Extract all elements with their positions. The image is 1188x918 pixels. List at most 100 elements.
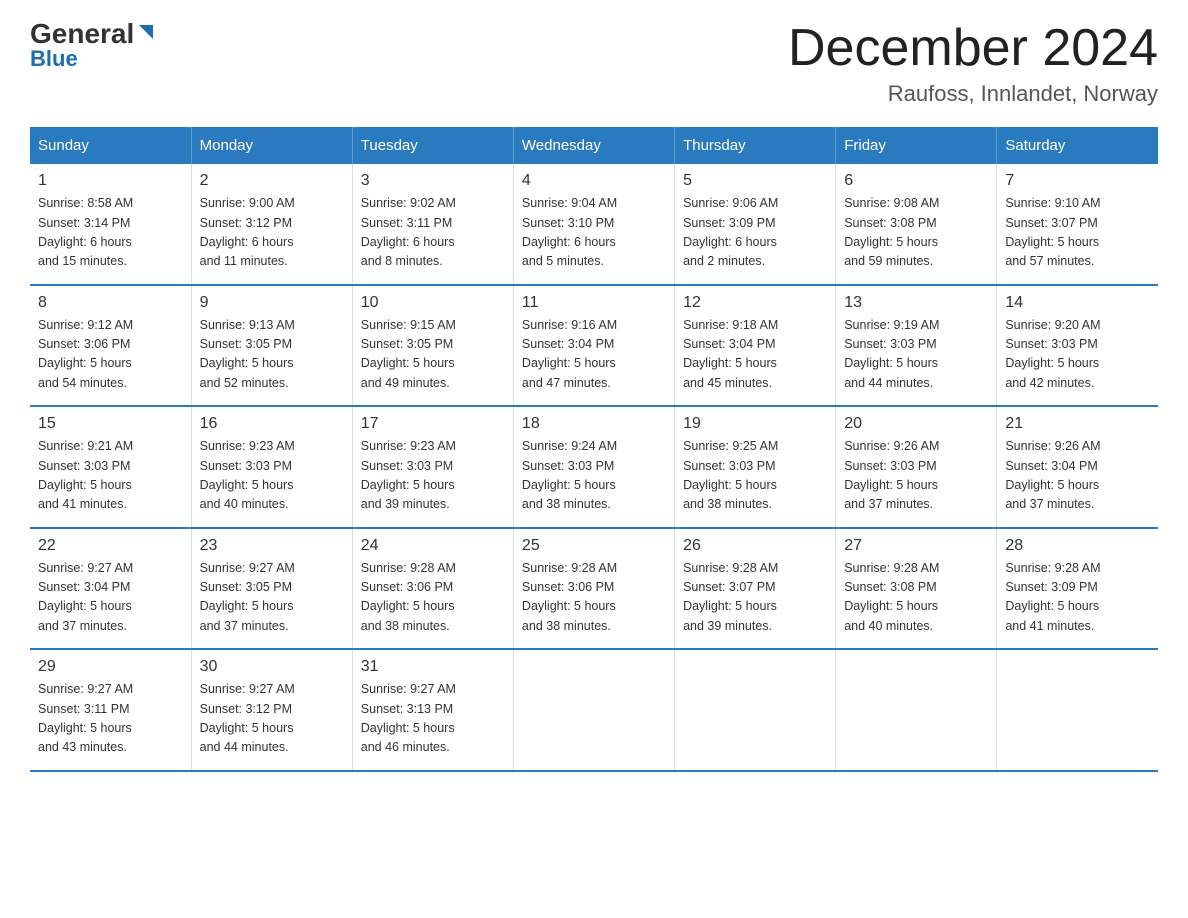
day-info: Sunrise: 9:20 AM Sunset: 3:03 PM Dayligh…: [1005, 316, 1150, 394]
day-info: Sunrise: 9:27 AM Sunset: 3:04 PM Dayligh…: [38, 559, 183, 637]
table-row: 15 Sunrise: 9:21 AM Sunset: 3:03 PM Dayl…: [30, 406, 191, 528]
day-number: 21: [1005, 415, 1150, 433]
header-saturday: Saturday: [997, 127, 1158, 164]
table-row: 22 Sunrise: 9:27 AM Sunset: 3:04 PM Dayl…: [30, 528, 191, 650]
table-row: 11 Sunrise: 9:16 AM Sunset: 3:04 PM Dayl…: [513, 285, 674, 407]
table-row: 6 Sunrise: 9:08 AM Sunset: 3:08 PM Dayli…: [836, 164, 997, 285]
table-row: [997, 649, 1158, 771]
table-row: 20 Sunrise: 9:26 AM Sunset: 3:03 PM Dayl…: [836, 406, 997, 528]
day-number: 8: [38, 294, 183, 312]
calendar-week-row: 22 Sunrise: 9:27 AM Sunset: 3:04 PM Dayl…: [30, 528, 1158, 650]
table-row: 17 Sunrise: 9:23 AM Sunset: 3:03 PM Dayl…: [352, 406, 513, 528]
day-info: Sunrise: 9:28 AM Sunset: 3:06 PM Dayligh…: [361, 559, 505, 637]
day-number: 2: [200, 172, 344, 190]
table-row: 13 Sunrise: 9:19 AM Sunset: 3:03 PM Dayl…: [836, 285, 997, 407]
table-row: 30 Sunrise: 9:27 AM Sunset: 3:12 PM Dayl…: [191, 649, 352, 771]
day-info: Sunrise: 9:27 AM Sunset: 3:11 PM Dayligh…: [38, 680, 183, 758]
logo-blue: Blue: [30, 46, 78, 72]
day-number: 19: [683, 415, 827, 433]
day-number: 16: [200, 415, 344, 433]
day-number: 30: [200, 658, 344, 676]
day-info: Sunrise: 9:04 AM Sunset: 3:10 PM Dayligh…: [522, 194, 666, 272]
day-info: Sunrise: 9:28 AM Sunset: 3:06 PM Dayligh…: [522, 559, 666, 637]
day-number: 7: [1005, 172, 1150, 190]
day-number: 1: [38, 172, 183, 190]
table-row: 14 Sunrise: 9:20 AM Sunset: 3:03 PM Dayl…: [997, 285, 1158, 407]
day-info: Sunrise: 9:06 AM Sunset: 3:09 PM Dayligh…: [683, 194, 827, 272]
header-sunday: Sunday: [30, 127, 191, 164]
day-number: 26: [683, 537, 827, 555]
table-row: [675, 649, 836, 771]
table-row: 29 Sunrise: 9:27 AM Sunset: 3:11 PM Dayl…: [30, 649, 191, 771]
table-row: 9 Sunrise: 9:13 AM Sunset: 3:05 PM Dayli…: [191, 285, 352, 407]
table-row: 7 Sunrise: 9:10 AM Sunset: 3:07 PM Dayli…: [997, 164, 1158, 285]
table-row: [836, 649, 997, 771]
day-number: 14: [1005, 294, 1150, 312]
day-info: Sunrise: 9:24 AM Sunset: 3:03 PM Dayligh…: [522, 437, 666, 515]
day-number: 10: [361, 294, 505, 312]
day-info: Sunrise: 9:28 AM Sunset: 3:09 PM Dayligh…: [1005, 559, 1150, 637]
table-row: 5 Sunrise: 9:06 AM Sunset: 3:09 PM Dayli…: [675, 164, 836, 285]
day-number: 27: [844, 537, 988, 555]
table-row: 18 Sunrise: 9:24 AM Sunset: 3:03 PM Dayl…: [513, 406, 674, 528]
table-row: 3 Sunrise: 9:02 AM Sunset: 3:11 PM Dayli…: [352, 164, 513, 285]
calendar-week-row: 15 Sunrise: 9:21 AM Sunset: 3:03 PM Dayl…: [30, 406, 1158, 528]
day-info: Sunrise: 9:21 AM Sunset: 3:03 PM Dayligh…: [38, 437, 183, 515]
table-row: 26 Sunrise: 9:28 AM Sunset: 3:07 PM Dayl…: [675, 528, 836, 650]
day-info: Sunrise: 9:19 AM Sunset: 3:03 PM Dayligh…: [844, 316, 988, 394]
day-info: Sunrise: 9:08 AM Sunset: 3:08 PM Dayligh…: [844, 194, 988, 272]
day-number: 31: [361, 658, 505, 676]
table-row: 2 Sunrise: 9:00 AM Sunset: 3:12 PM Dayli…: [191, 164, 352, 285]
day-number: 6: [844, 172, 988, 190]
day-info: Sunrise: 9:27 AM Sunset: 3:12 PM Dayligh…: [200, 680, 344, 758]
table-row: 4 Sunrise: 9:04 AM Sunset: 3:10 PM Dayli…: [513, 164, 674, 285]
day-info: Sunrise: 9:26 AM Sunset: 3:04 PM Dayligh…: [1005, 437, 1150, 515]
logo: General Blue: [30, 20, 157, 72]
day-info: Sunrise: 9:27 AM Sunset: 3:13 PM Dayligh…: [361, 680, 505, 758]
day-info: Sunrise: 9:00 AM Sunset: 3:12 PM Dayligh…: [200, 194, 344, 272]
day-info: Sunrise: 9:16 AM Sunset: 3:04 PM Dayligh…: [522, 316, 666, 394]
page-header: General Blue December 2024 Raufoss, Innl…: [30, 20, 1158, 107]
month-title: December 2024: [788, 20, 1158, 77]
day-info: Sunrise: 9:18 AM Sunset: 3:04 PM Dayligh…: [683, 316, 827, 394]
day-info: Sunrise: 9:15 AM Sunset: 3:05 PM Dayligh…: [361, 316, 505, 394]
location-title: Raufoss, Innlandet, Norway: [788, 81, 1158, 107]
day-info: Sunrise: 9:12 AM Sunset: 3:06 PM Dayligh…: [38, 316, 183, 394]
header-friday: Friday: [836, 127, 997, 164]
logo-triangle-icon: [135, 21, 157, 43]
day-info: Sunrise: 9:23 AM Sunset: 3:03 PM Dayligh…: [200, 437, 344, 515]
table-row: 19 Sunrise: 9:25 AM Sunset: 3:03 PM Dayl…: [675, 406, 836, 528]
day-number: 22: [38, 537, 183, 555]
day-number: 11: [522, 294, 666, 312]
day-info: Sunrise: 9:28 AM Sunset: 3:08 PM Dayligh…: [844, 559, 988, 637]
logo-general: General: [30, 20, 134, 48]
table-row: 31 Sunrise: 9:27 AM Sunset: 3:13 PM Dayl…: [352, 649, 513, 771]
day-info: Sunrise: 9:25 AM Sunset: 3:03 PM Dayligh…: [683, 437, 827, 515]
title-area: December 2024 Raufoss, Innlandet, Norway: [788, 20, 1158, 107]
header-wednesday: Wednesday: [513, 127, 674, 164]
calendar-header-row: Sunday Monday Tuesday Wednesday Thursday…: [30, 127, 1158, 164]
calendar-week-row: 29 Sunrise: 9:27 AM Sunset: 3:11 PM Dayl…: [30, 649, 1158, 771]
table-row: 8 Sunrise: 9:12 AM Sunset: 3:06 PM Dayli…: [30, 285, 191, 407]
day-number: 17: [361, 415, 505, 433]
table-row: 28 Sunrise: 9:28 AM Sunset: 3:09 PM Dayl…: [997, 528, 1158, 650]
day-info: Sunrise: 9:13 AM Sunset: 3:05 PM Dayligh…: [200, 316, 344, 394]
day-number: 28: [1005, 537, 1150, 555]
header-monday: Monday: [191, 127, 352, 164]
day-info: Sunrise: 9:23 AM Sunset: 3:03 PM Dayligh…: [361, 437, 505, 515]
day-info: Sunrise: 8:58 AM Sunset: 3:14 PM Dayligh…: [38, 194, 183, 272]
table-row: 24 Sunrise: 9:28 AM Sunset: 3:06 PM Dayl…: [352, 528, 513, 650]
day-info: Sunrise: 9:28 AM Sunset: 3:07 PM Dayligh…: [683, 559, 827, 637]
day-number: 9: [200, 294, 344, 312]
day-number: 4: [522, 172, 666, 190]
calendar-week-row: 8 Sunrise: 9:12 AM Sunset: 3:06 PM Dayli…: [30, 285, 1158, 407]
table-row: 10 Sunrise: 9:15 AM Sunset: 3:05 PM Dayl…: [352, 285, 513, 407]
day-number: 18: [522, 415, 666, 433]
day-number: 5: [683, 172, 827, 190]
day-number: 12: [683, 294, 827, 312]
day-info: Sunrise: 9:10 AM Sunset: 3:07 PM Dayligh…: [1005, 194, 1150, 272]
header-thursday: Thursday: [675, 127, 836, 164]
day-number: 24: [361, 537, 505, 555]
day-number: 29: [38, 658, 183, 676]
table-row: 16 Sunrise: 9:23 AM Sunset: 3:03 PM Dayl…: [191, 406, 352, 528]
